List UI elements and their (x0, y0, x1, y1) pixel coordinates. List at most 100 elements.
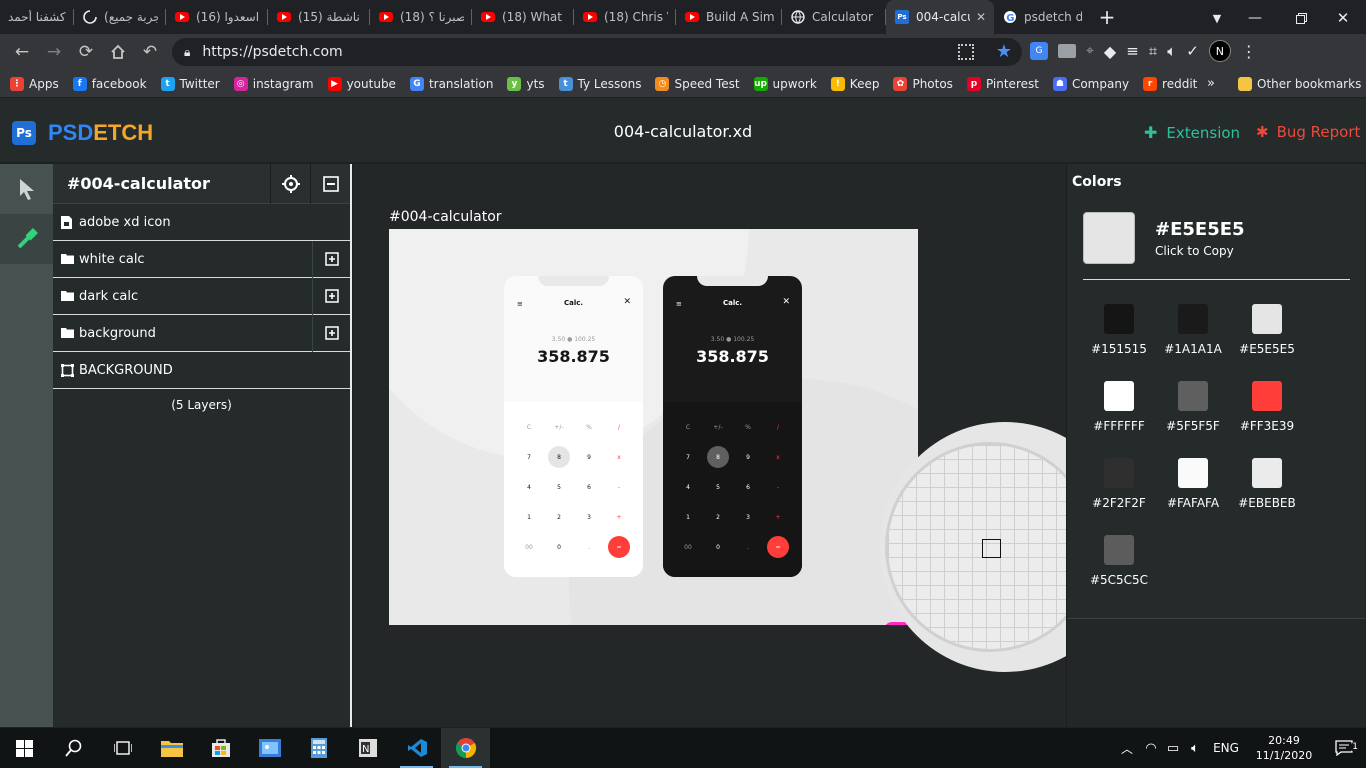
bookmark-youtube[interactable]: ▶ youtube (327, 76, 396, 91)
playlist-icon[interactable]: ≡ (1126, 42, 1139, 60)
swatch-color-box[interactable] (1104, 304, 1134, 334)
keypad-key[interactable]: . (578, 536, 600, 558)
bookmark-star-icon[interactable]: ★ (996, 41, 1012, 62)
keypad-key[interactable]: 1 (677, 506, 699, 528)
store-button[interactable] (196, 728, 245, 768)
keypad-key[interactable]: = (608, 536, 630, 558)
bookmark-photos[interactable]: ✿ Photos (893, 76, 953, 91)
bookmark-translation[interactable]: Gtranslation (409, 76, 493, 91)
keypad-key[interactable]: 9 (737, 446, 759, 468)
photos-app-button[interactable] (245, 728, 294, 768)
reload-icon[interactable]: ⟳ (70, 36, 102, 68)
color-picker-tool[interactable] (0, 214, 53, 264)
keypad-key[interactable]: 7 (677, 446, 699, 468)
keypad-key[interactable]: 4 (677, 476, 699, 498)
keypad-key[interactable]: 0 (548, 536, 570, 558)
bookmark-upwork[interactable]: up upwork (753, 76, 817, 91)
layer-row[interactable]: white calc (53, 240, 350, 278)
keypad-key[interactable]: 5 (548, 476, 570, 498)
tab-search-icon[interactable]: ▼ (1205, 8, 1229, 28)
layer-row[interactable]: dark calc (53, 277, 350, 315)
locate-button[interactable] (270, 163, 310, 204)
color-swatch[interactable]: #5C5C5C (1082, 535, 1156, 587)
expand-layer-button[interactable] (312, 240, 350, 278)
browser-tab[interactable]: (15) ناشطة (268, 0, 370, 34)
wifi-icon[interactable]: ◠ (1140, 741, 1162, 756)
expand-layer-button[interactable] (312, 277, 350, 315)
input-language[interactable]: ENG (1206, 741, 1246, 755)
color-swatch[interactable]: #FAFAFA (1156, 458, 1230, 510)
swatch-color-box[interactable] (1104, 381, 1134, 411)
close-window-button[interactable]: ✕ (1321, 8, 1365, 28)
keypad-key[interactable]: 8 (548, 446, 570, 468)
collapse-all-button[interactable] (310, 163, 350, 204)
keypad-key[interactable]: +/- (548, 416, 570, 438)
keypad-key[interactable]: x (767, 446, 789, 468)
keypad-key[interactable]: 5 (707, 476, 729, 498)
keypad-key[interactable]: 3 (737, 506, 759, 528)
browser-tab[interactable]: Build A Sim (676, 0, 782, 34)
keypad-key[interactable]: 8 (707, 446, 729, 468)
color-swatch[interactable]: #FF3E39 (1230, 381, 1304, 433)
browser-tab[interactable]: Gpsdetch do (994, 0, 1090, 34)
layer-row[interactable]: BACKGROUND (53, 352, 350, 389)
bug-report-link[interactable]: ✱ Bug Report (1256, 123, 1360, 141)
color-swatch[interactable]: #EBEBEB (1230, 458, 1304, 510)
search-button[interactable] (49, 728, 98, 768)
close-icon[interactable]: ✕ (623, 297, 631, 307)
keypad-key[interactable]: + (608, 506, 630, 528)
keypad-key[interactable]: . (737, 536, 759, 558)
chrome-button[interactable] (441, 728, 490, 768)
selected-color-swatch[interactable] (1083, 212, 1135, 264)
browser-tab[interactable]: كشفنا أحمد (0, 0, 74, 34)
keypad-key[interactable]: % (578, 416, 600, 438)
color-swatch[interactable]: #2F2F2F (1082, 458, 1156, 510)
clock[interactable]: 20:49 11/1/2020 (1246, 733, 1322, 763)
color-swatch[interactable]: #5F5F5F (1156, 381, 1230, 433)
check-extension-icon[interactable]: ✓ (1186, 42, 1199, 60)
bookmark-pinterest[interactable]: p Pinterest (966, 76, 1039, 91)
layer-row[interactable]: adobe xd icon (53, 204, 350, 241)
design-canvas[interactable]: #004-calculator ≡ Calc. ✕ 3.50 ● 100.25 358.… (354, 164, 1066, 727)
bookmark-yts[interactable]: y yts (507, 76, 545, 91)
volume-icon[interactable]: 🔈︎ (1184, 741, 1206, 756)
new-tab-icon[interactable]: + (1090, 0, 1124, 34)
artboard[interactable]: ≡ Calc. ✕ 3.50 ● 100.25 358.875 C +/-%/7 8 9 x 4 5 6… (389, 229, 918, 625)
bookmark-speed-test[interactable]: ◷ Speed Test (655, 76, 740, 91)
swatch-color-box[interactable] (1178, 458, 1208, 488)
location-extension-icon[interactable]: ⌖ (1086, 43, 1094, 59)
back-arrow-icon[interactable]: ← (6, 36, 38, 68)
keypad-key[interactable]: 1 (518, 506, 540, 528)
keypad-key[interactable]: C (677, 416, 699, 438)
swatch-color-box[interactable] (1104, 458, 1134, 488)
menu-dots-icon[interactable]: ⋮ (1241, 42, 1257, 61)
bookmark-facebook[interactable]: f facebook (72, 76, 147, 91)
browser-tab[interactable]: (18) Chris V (574, 0, 676, 34)
browser-tab[interactable]: Calculator (782, 0, 886, 34)
minimize-button[interactable]: — (1229, 8, 1281, 28)
keypad-key[interactable]: 9 (578, 446, 600, 468)
keypad-key[interactable]: - (608, 476, 630, 498)
close-tab-icon[interactable]: ✕ (970, 10, 986, 24)
browser-tab[interactable]: (تجربة جميع (74, 0, 166, 34)
bookmark-keep[interactable]: ! Keep (830, 76, 879, 91)
bookmark-reddit[interactable]: r reddit (1143, 76, 1197, 91)
file-explorer-button[interactable] (147, 728, 196, 768)
keypad-key[interactable]: 3 (578, 506, 600, 528)
bookmark-twitter[interactable]: t Twitter (160, 76, 220, 91)
task-view-button[interactable] (98, 728, 147, 768)
keypad-key[interactable]: 4 (518, 476, 540, 498)
dark-calc-phone[interactable]: ≡ Calc. ✕ 3.50 ● 100.25 358.875 C +/-%/7 8 9 x 4 5 6… (663, 276, 802, 577)
keypad-key[interactable]: 7 (518, 446, 540, 468)
keypad-key[interactable]: = (767, 536, 789, 558)
crop-icon[interactable]: ⌗ (1149, 42, 1157, 60)
qr-code-icon[interactable] (958, 44, 974, 60)
keypad-key[interactable]: 0 (707, 536, 729, 558)
keypad-key[interactable]: 00 (518, 536, 540, 558)
start-button[interactable] (0, 728, 49, 768)
home-icon[interactable] (102, 36, 134, 68)
diamond-extension-icon[interactable]: ◆ (1104, 42, 1116, 61)
expand-layer-button[interactable] (312, 314, 350, 352)
color-swatch[interactable]: #E5E5E5 (1230, 304, 1304, 356)
keypad-key[interactable]: 2 (707, 506, 729, 528)
